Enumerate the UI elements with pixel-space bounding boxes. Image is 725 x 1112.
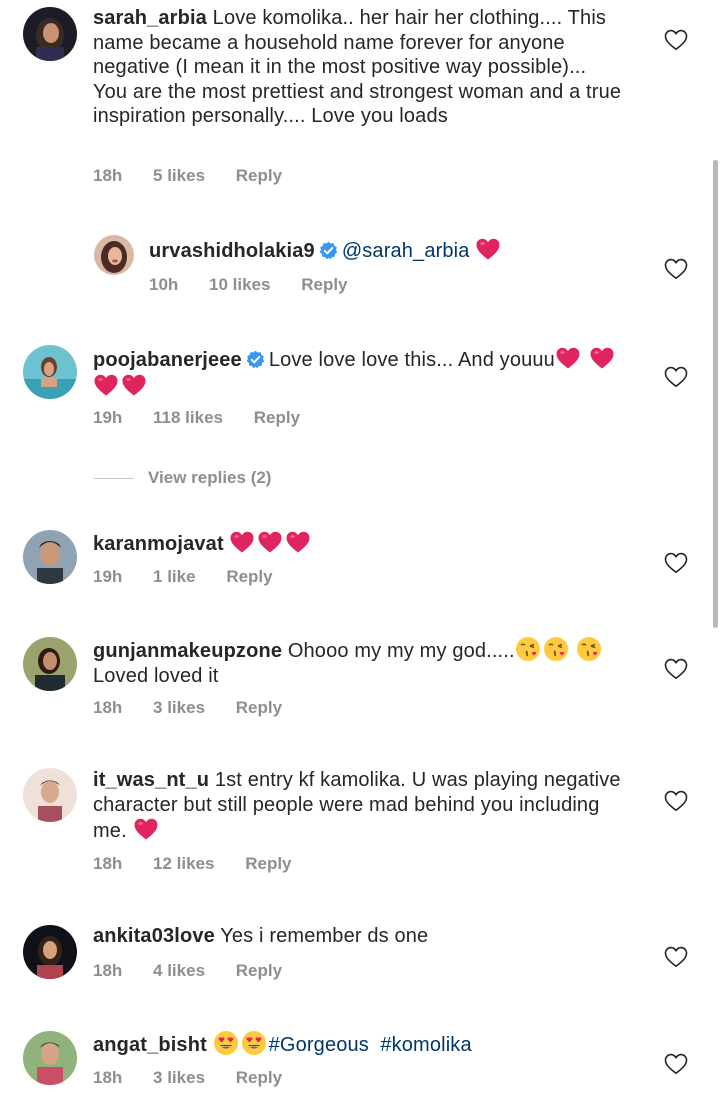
timestamp: 19h xyxy=(93,567,123,586)
face-blowing-kiss-emoji xyxy=(543,636,569,662)
reply-button[interactable]: Reply xyxy=(226,567,272,586)
avatar[interactable] xyxy=(23,925,77,979)
comment-body-2: Loved loved it xyxy=(93,664,219,687)
red-heart-emoji xyxy=(93,373,119,397)
timestamp: 18h xyxy=(93,854,123,873)
avatar[interactable] xyxy=(94,235,134,275)
avatar[interactable] xyxy=(23,768,77,822)
comment-body: Yes i remember ds one xyxy=(220,925,429,947)
comment-meta: 18h 4 likes Reply xyxy=(93,961,308,981)
heart-outline-icon[interactable] xyxy=(664,552,688,574)
face-blowing-kiss-emoji xyxy=(515,636,541,662)
red-heart-emoji xyxy=(589,346,615,370)
timestamp: 18h xyxy=(93,698,123,717)
comment-meta: 10h 10 likes Reply xyxy=(149,275,374,295)
likes-count[interactable]: 5 likes xyxy=(153,166,205,185)
reply-button[interactable]: Reply xyxy=(301,275,347,294)
verified-badge-icon xyxy=(246,350,265,369)
comment-meta: 18h 12 likes Reply xyxy=(93,854,318,874)
avatar[interactable] xyxy=(23,345,77,399)
likes-count[interactable]: 10 likes xyxy=(209,275,270,294)
comment-text: gunjanmakeupzone Ohooo my my my god.....… xyxy=(93,636,623,688)
avatar[interactable] xyxy=(23,530,77,584)
heart-outline-icon[interactable] xyxy=(664,658,688,680)
view-replies-label: View replies (2) xyxy=(148,468,272,487)
verified-badge-icon xyxy=(319,241,338,260)
username[interactable]: angat_bisht xyxy=(93,1034,207,1056)
avatar[interactable] xyxy=(23,637,77,691)
red-heart-emoji xyxy=(555,346,581,370)
comment-meta: 19h 118 likes Reply xyxy=(93,408,326,428)
comment-body: Love love love this... And youuu xyxy=(268,349,555,371)
timestamp: 19h xyxy=(93,408,123,427)
timestamp: 10h xyxy=(149,275,179,294)
timestamp: 18h xyxy=(93,1068,123,1087)
reply-button[interactable]: Reply xyxy=(236,1068,282,1087)
likes-count[interactable]: 118 likes xyxy=(153,408,223,427)
divider xyxy=(94,477,134,479)
likes-count[interactable]: 3 likes xyxy=(153,1068,205,1087)
comment-meta: 19h 1 like Reply xyxy=(93,567,299,587)
heart-outline-icon[interactable] xyxy=(664,29,688,51)
username[interactable]: urvashidholakia9 xyxy=(149,240,315,262)
username[interactable]: sarah_arbia xyxy=(93,7,207,29)
mention-link[interactable]: @sarah_arbia xyxy=(342,240,470,262)
likes-count[interactable]: 4 likes xyxy=(153,961,205,980)
red-heart-emoji xyxy=(133,817,159,841)
heart-outline-icon[interactable] xyxy=(664,258,688,280)
avatar[interactable] xyxy=(23,7,77,61)
reply-button[interactable]: Reply xyxy=(245,854,291,873)
username[interactable]: gunjanmakeupzone xyxy=(93,640,282,662)
reply-button[interactable]: Reply xyxy=(236,961,282,980)
comment-meta: 18h 3 likes Reply xyxy=(93,698,308,718)
hashtag-link[interactable]: #Gorgeous xyxy=(269,1034,369,1056)
comment-text: angat_bisht #Gorgeous #komolika xyxy=(93,1030,623,1058)
avatar[interactable] xyxy=(23,1031,77,1085)
username[interactable]: poojabanerjeee xyxy=(93,349,242,371)
comment-text: ankita03love Yes i remember ds one xyxy=(93,924,623,949)
heart-outline-icon[interactable] xyxy=(664,366,688,388)
heart-outline-icon[interactable] xyxy=(664,1053,688,1075)
likes-count[interactable]: 1 like xyxy=(153,567,196,586)
likes-count[interactable]: 12 likes xyxy=(153,854,214,873)
red-heart-emoji xyxy=(121,373,147,397)
comment-text: it_was_nt_u 1st entry kf kamolika. U was… xyxy=(93,768,623,844)
comment-body: Ohooo my my my god..... xyxy=(287,640,515,662)
view-replies-button[interactable]: View replies (2) xyxy=(94,468,271,488)
heart-outline-icon[interactable] xyxy=(664,790,688,812)
red-heart-emoji xyxy=(475,237,501,261)
red-heart-emoji xyxy=(229,530,255,554)
comment-text: sarah_arbia Love komolika.. her hair her… xyxy=(93,6,623,129)
username[interactable]: karanmojavat xyxy=(93,533,224,555)
heart-eyes-emoji xyxy=(213,1030,239,1056)
heart-eyes-emoji xyxy=(241,1030,267,1056)
comment-text: karanmojavat xyxy=(93,530,623,557)
comment-text: poojabanerjeee Love love love this... And… xyxy=(93,346,623,399)
red-heart-emoji xyxy=(285,530,311,554)
red-heart-emoji xyxy=(257,530,283,554)
hashtag-link[interactable]: #komolika xyxy=(380,1034,471,1056)
likes-count[interactable]: 3 likes xyxy=(153,698,205,717)
face-blowing-kiss-emoji xyxy=(576,636,602,662)
comment-meta: 18h 3 likes Reply xyxy=(93,1068,308,1088)
username[interactable]: ankita03love xyxy=(93,925,215,947)
timestamp: 18h xyxy=(93,961,123,980)
comment-text: urvashidholakia9 @sarah_arbia xyxy=(149,237,609,264)
timestamp: 18h xyxy=(93,166,123,185)
reply-button[interactable]: Reply xyxy=(254,408,300,427)
heart-outline-icon[interactable] xyxy=(664,946,688,968)
username[interactable]: it_was_nt_u xyxy=(93,769,209,791)
scrollbar[interactable] xyxy=(713,160,718,628)
reply-button[interactable]: Reply xyxy=(236,698,282,717)
comment-meta: 18h 5 likes Reply xyxy=(93,166,308,186)
reply-button[interactable]: Reply xyxy=(236,166,282,185)
